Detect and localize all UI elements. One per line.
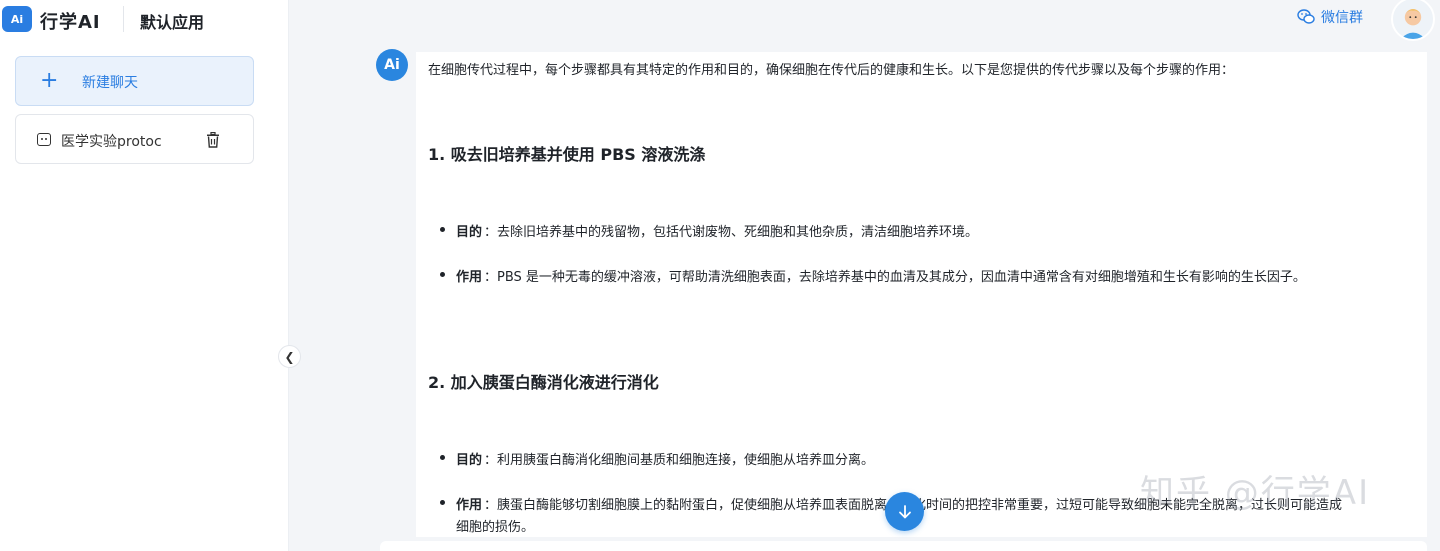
bullet-dot [440,500,445,505]
list-item: 作用 ：PBS 是一种无毒的缓冲溶液，可帮助清洗细胞表面，去除培养基中的血清及其… [440,266,1400,286]
message-intro: 在细胞传代过程中，每个步骤都具有其特定的作用和目的，确保细胞在传代后的健康和生长… [428,63,1235,78]
item-label: 目的 [456,225,483,240]
item-text-continued: 细胞的损伤。 [456,520,535,535]
item-label: 作用 [456,498,483,513]
plus-icon: + [40,68,59,93]
chat-bot-icon [37,133,51,146]
wechat-icon [1297,9,1315,24]
avatar-icon [1393,0,1433,39]
item-label: 目的 [456,453,483,468]
list-item: 目的 ：去除旧培养基中的残留物，包括代谢废物、死细胞和其他杂质，清洁细胞培养环境… [440,221,1400,241]
list-item: 目的 ：利用胰蛋白酶消化细胞间基质和细胞连接，使细胞从培养皿分离。 [440,449,1400,469]
arrow-down-icon [898,504,911,518]
trash-icon[interactable] [206,132,220,148]
wechat-group-link[interactable]: 微信群 [1297,7,1363,27]
assistant-message: 在细胞传代过程中，每个步骤都具有其特定的作用和目的，确保细胞在传代后的健康和生长… [416,52,1427,537]
wechat-group-label: 微信群 [1321,10,1363,26]
item-text: ：PBS 是一种无毒的缓冲溶液，可帮助清洗细胞表面，去除培养基中的血清及其成分，… [484,270,1306,285]
sidebar: Ai 行学AI 默认应用 + 新建聊天 医学实验protoc [0,0,289,551]
item-text: ：利用胰蛋白酶消化细胞间基质和细胞连接，使细胞从培养皿分离。 [484,453,875,468]
bullet-dot [440,455,445,460]
bullet-dot [440,227,445,232]
new-chat-button[interactable]: + 新建聊天 [15,56,254,106]
app-name: 默认应用 [140,13,205,32]
history-item-label: 医学实验protoc [61,134,162,150]
brand-header: Ai 行学AI 默认应用 [0,0,289,38]
ai-avatar-badge: Ai [376,49,408,81]
bullet-dot [440,272,445,277]
input-area-top [380,541,1427,551]
brand-name: 行学AI [40,12,101,33]
section-heading: 2. 加入胰蛋白酶消化液进行消化 [428,373,659,392]
history-item[interactable]: 医学实验protoc [15,114,254,164]
logo[interactable]: Ai [2,6,32,32]
item-label: 作用 [456,270,483,285]
user-avatar[interactable] [1391,0,1435,41]
section-heading: 1. 吸去旧培养基并使用 PBS 溶液洗涤 [428,145,706,164]
list-item: 作用 ：胰蛋白酶能够切割细胞膜上的黏附蛋白，促使细胞从培养皿表面脱离。消化时间的… [440,494,1420,537]
item-text: ：去除旧培养基中的残留物，包括代谢废物、死细胞和其他杂质，清洁细胞培养环境。 [484,225,979,240]
collapse-sidebar-button[interactable]: ❮ [278,345,301,368]
brand-divider [123,6,124,32]
chevron-left-icon: ❮ [284,349,295,364]
new-chat-label: 新建聊天 [82,75,138,91]
scroll-to-bottom-button[interactable] [885,492,924,531]
